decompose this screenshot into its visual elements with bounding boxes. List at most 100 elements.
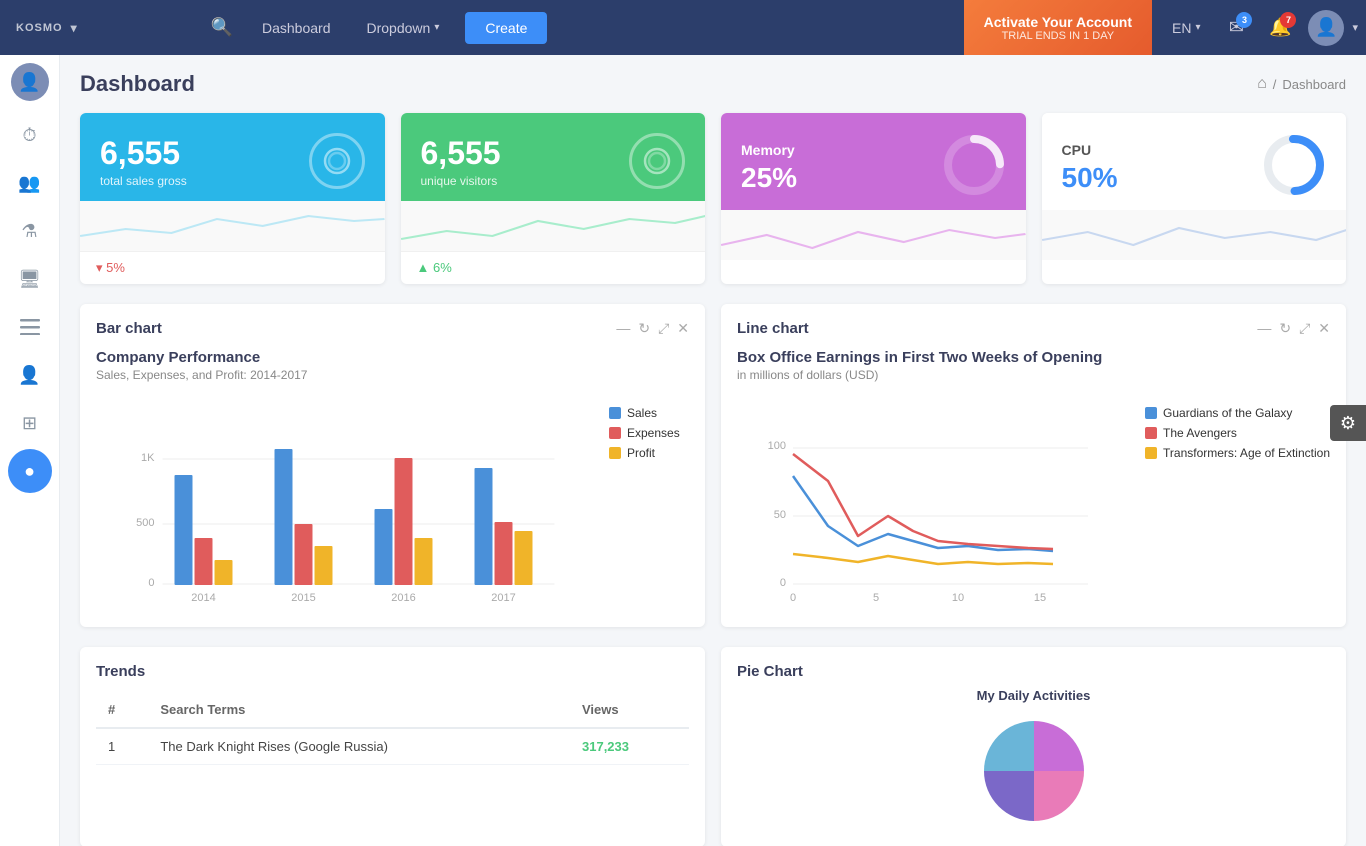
legend-transformers-label: Transformers: Age of Extinction: [1163, 446, 1330, 460]
bar-chart-minimize[interactable]: —: [616, 320, 630, 337]
bar-chart-expand[interactable]: ⤢: [658, 320, 669, 337]
notifications-button[interactable]: 🔔 7: [1260, 8, 1300, 48]
dropdown-chevron: ▾: [434, 22, 439, 33]
chart-row: Bar chart — ↻ ⤢ ✕ Company Performance Sa…: [80, 304, 1346, 627]
sidebar-item-clock[interactable]: ⏱: [8, 113, 52, 157]
legend-guardians-label: Guardians of the Galaxy: [1163, 406, 1292, 420]
bar-chart-title: Bar chart: [96, 320, 162, 337]
cpu-sparkline: [1042, 210, 1347, 260]
activate-banner[interactable]: Activate Your Account TRIAL ENDS IN 1 DA…: [964, 0, 1152, 55]
cpu-label: CPU: [1062, 142, 1118, 158]
memory-label: Memory: [741, 142, 797, 158]
bar-chart-legend: Sales Expenses Profit: [609, 386, 689, 460]
svg-text:500: 500: [136, 517, 154, 529]
trends-title: Trends: [96, 663, 689, 680]
mail-button[interactable]: ✉ 3: [1216, 8, 1256, 48]
bar-chart-description: Sales, Expenses, and Profit: 2014-2017: [96, 368, 689, 382]
user-avatar[interactable]: 👤: [1308, 10, 1344, 46]
legend-expenses-dot: [609, 427, 621, 439]
line-chart-area: 0 50 100 0 5 10 15: [737, 386, 1129, 611]
sales-value: 6,555: [100, 135, 187, 172]
layout: 👤 ⏱ 👥 ⚗ 🖥 👤 ⊞ ● Dashboard ⌂ / Dashboard: [0, 55, 1366, 846]
legend-avengers-label: The Avengers: [1163, 426, 1237, 440]
line-chart-minimize[interactable]: —: [1257, 320, 1271, 337]
legend-transformers-dot: [1145, 447, 1157, 459]
mail-badge: 3: [1236, 12, 1252, 28]
svg-text:0: 0: [790, 592, 796, 604]
breadcrumb: ⌂ / Dashboard: [1257, 75, 1346, 93]
svg-text:2016: 2016: [391, 592, 415, 604]
legend-sales-label: Sales: [627, 406, 657, 420]
legend-avengers: The Avengers: [1145, 426, 1330, 440]
bar-chart-refresh[interactable]: ↻: [638, 320, 650, 337]
legend-profit-dot: [609, 447, 621, 459]
pie-chart-subtitle: My Daily Activities: [737, 688, 1330, 703]
memory-value: 25%: [741, 162, 797, 194]
svg-text:10: 10: [952, 592, 964, 604]
line-chart-expand[interactable]: ⤢: [1299, 320, 1310, 337]
sidebar-item-person[interactable]: 👤: [8, 353, 52, 397]
bar-chart-area: 0 500 1K: [96, 386, 593, 611]
nav-dashboard[interactable]: Dashboard: [244, 0, 349, 55]
sales-label: total sales gross: [100, 174, 187, 188]
svg-text:1K: 1K: [141, 452, 155, 464]
pie-chart-card: Pie Chart My Daily Activities: [721, 647, 1346, 846]
sidebar-item-display[interactable]: 🖥: [8, 257, 52, 301]
bar-chart-svg: 0 500 1K: [96, 386, 593, 606]
line-chart-legend: Guardians of the Galaxy The Avengers Tra…: [1145, 386, 1330, 460]
stat-card-visitors: 6,555 unique visitors: [401, 113, 706, 284]
legend-sales-dot: [609, 407, 621, 419]
notifications-badge: 7: [1280, 12, 1296, 28]
sidebar-item-filter[interactable]: [8, 305, 52, 349]
sales-sparkline: [80, 201, 385, 251]
user-chevron[interactable]: ▾: [1352, 21, 1358, 34]
sidebar-item-flask[interactable]: ⚗: [8, 209, 52, 253]
create-button[interactable]: Create: [465, 12, 547, 44]
line-chart-card: Line chart — ↻ ⤢ ✕ Box Office Earnings i…: [721, 304, 1346, 627]
bar-chart-card: Bar chart — ↻ ⤢ ✕ Company Performance Sa…: [80, 304, 705, 627]
nav-dropdown[interactable]: Dropdown ▾: [349, 0, 458, 55]
line-chart-svg: 0 50 100 0 5 10 15: [737, 386, 1129, 606]
row-views: 317,233: [570, 728, 689, 765]
legend-guardians-dot: [1145, 407, 1157, 419]
sidebar-item-grid[interactable]: ⊞: [8, 401, 52, 445]
breadcrumb-bar: Dashboard ⌂ / Dashboard: [80, 71, 1346, 97]
svg-text:2015: 2015: [291, 592, 315, 604]
row-num: 1: [96, 728, 148, 765]
stat-card-sales: 6,555 total sales gross: [80, 113, 385, 284]
line-chart-refresh[interactable]: ↻: [1279, 320, 1291, 337]
svg-text:5: 5: [873, 592, 879, 604]
topbar-nav: Dashboard Dropdown ▾: [244, 0, 457, 55]
cpu-value: 50%: [1062, 162, 1118, 194]
brand[interactable]: KOSMO ▾: [0, 21, 200, 35]
sidebar-avatar[interactable]: 👤: [11, 63, 49, 101]
legend-sales: Sales: [609, 406, 689, 420]
bar-chart-close[interactable]: ✕: [677, 320, 689, 337]
memory-icon: [942, 133, 1006, 202]
line-chart-close[interactable]: ✕: [1318, 320, 1330, 337]
sidebar-item-circle[interactable]: ●: [8, 449, 52, 493]
page-title: Dashboard: [80, 71, 195, 97]
legend-expenses-label: Expenses: [627, 426, 680, 440]
search-button[interactable]: 🔍: [200, 17, 244, 38]
settings-gear[interactable]: ⚙: [1330, 405, 1366, 441]
activate-title: Activate Your Account: [984, 14, 1132, 30]
line-chart-description: in millions of dollars (USD): [737, 368, 1330, 382]
pie-chart-title: Pie Chart: [737, 663, 1330, 680]
stat-card-cpu: CPU 50%: [1042, 113, 1347, 284]
topbar-right: EN ▾ ✉ 3 🔔 7 👤 ▾: [1152, 8, 1366, 48]
language-selector[interactable]: EN ▾: [1160, 20, 1212, 36]
legend-profit: Profit: [609, 446, 689, 460]
home-icon[interactable]: ⌂: [1257, 75, 1267, 93]
visitors-trend: ▲ 6%: [417, 260, 452, 275]
legend-avengers-dot: [1145, 427, 1157, 439]
row-term: The Dark Knight Rises (Google Russia): [148, 728, 570, 765]
legend-transformers: Transformers: Age of Extinction: [1145, 446, 1330, 460]
activate-sub: TRIAL ENDS IN 1 DAY: [1002, 30, 1114, 42]
sidebar-item-users[interactable]: 👥: [8, 161, 52, 205]
svg-text:50: 50: [774, 509, 786, 521]
line-chart-main-title: Box Office Earnings in First Two Weeks o…: [737, 349, 1330, 366]
pie-chart-svg: [974, 711, 1094, 831]
visitors-label: unique visitors: [421, 174, 501, 188]
svg-text:100: 100: [768, 440, 786, 452]
